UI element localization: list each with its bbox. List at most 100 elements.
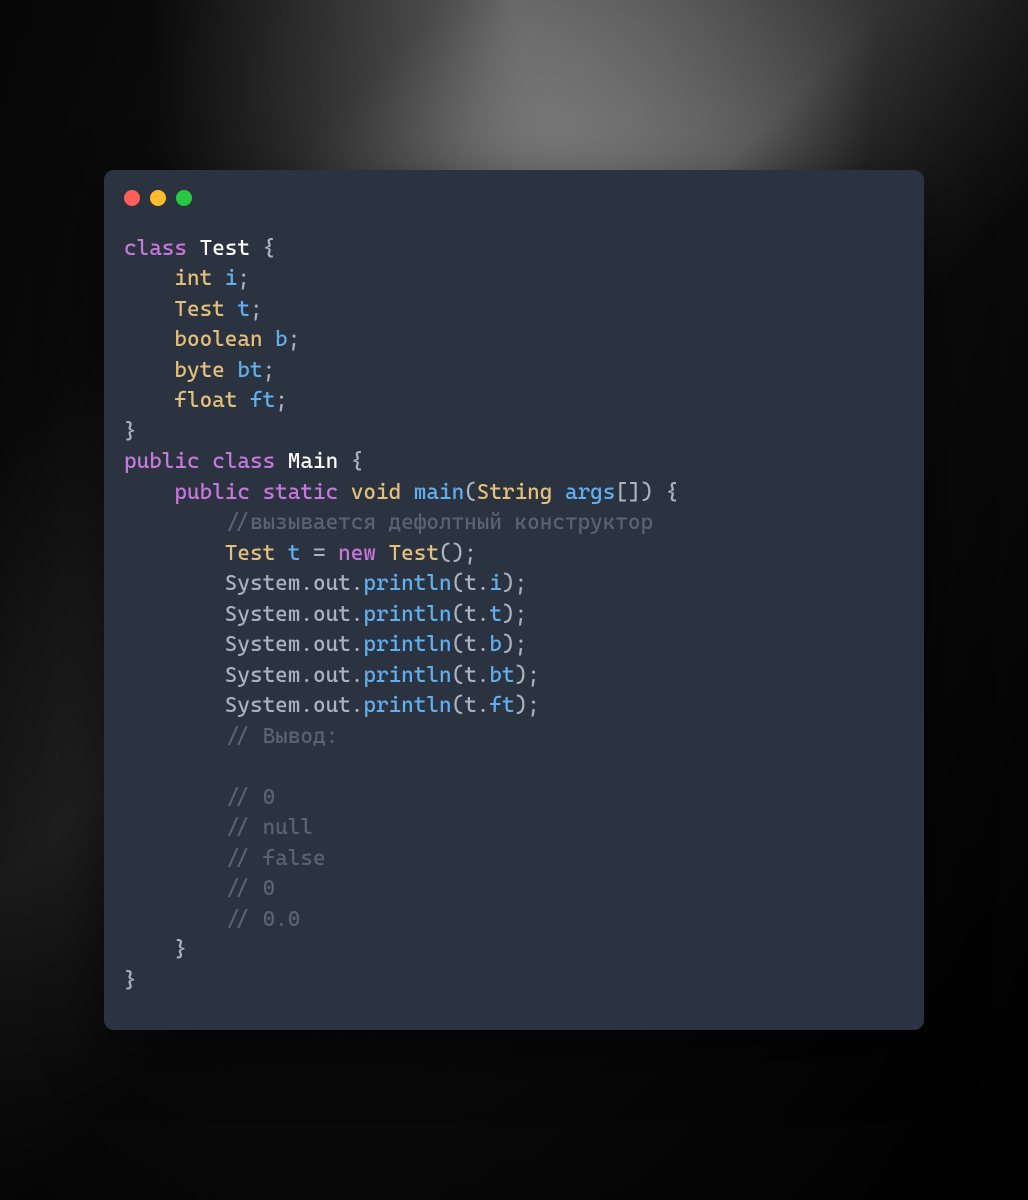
ref-t: t (464, 693, 477, 718)
dot: . (351, 632, 364, 657)
brace-close-method: } (124, 937, 187, 962)
dot: . (300, 571, 313, 596)
fn-println: println (363, 571, 451, 596)
brace: { (653, 480, 678, 505)
dot: . (300, 663, 313, 688)
dot: . (477, 693, 490, 718)
fn-println: println (363, 663, 451, 688)
field-i: i (489, 571, 502, 596)
fn-println: println (363, 602, 451, 627)
ref-t: t (464, 602, 477, 627)
minimize-icon[interactable] (150, 190, 166, 206)
class-name: Test (200, 236, 250, 261)
paren: ( (452, 632, 465, 657)
dot: . (351, 693, 364, 718)
comment-constructor: //вызывается дефолтный конструктор (225, 510, 653, 535)
paren: ( (452, 602, 465, 627)
dot: . (351, 663, 364, 688)
paren: ( (452, 693, 465, 718)
dot: . (351, 602, 364, 627)
keyword-class: class (124, 236, 187, 261)
brace: { (250, 236, 275, 261)
semicolon: ; (288, 327, 301, 352)
terminal-window: class Test { int i; Test t; boolean b; b… (104, 170, 924, 1031)
type-string: String (477, 480, 553, 505)
fn-println: println (363, 693, 451, 718)
class-main: Main (275, 449, 338, 474)
out: out (313, 632, 351, 657)
titlebar (104, 188, 924, 234)
type-float: float (174, 388, 237, 413)
var-ft: ft (237, 388, 275, 413)
out: out (313, 571, 351, 596)
var-args: args (552, 480, 615, 505)
dot: . (300, 632, 313, 657)
type-test: Test (174, 297, 224, 322)
comment-00: // 0.0 (225, 907, 301, 932)
comment-null: // null (225, 815, 313, 840)
call: (); (439, 541, 477, 566)
brace-close: } (124, 419, 137, 444)
end: ); (515, 663, 540, 688)
ref-t: t (464, 571, 477, 596)
brace-close-class: } (124, 968, 137, 993)
keyword-void: void (338, 480, 401, 505)
keyword-new: new (338, 541, 376, 566)
system: System (225, 602, 301, 627)
var-bt: bt (225, 358, 263, 383)
end: ); (502, 632, 527, 657)
field-bt: bt (489, 663, 514, 688)
end: ); (502, 602, 527, 627)
dot: . (477, 663, 490, 688)
out: out (313, 663, 351, 688)
equals: = (300, 541, 338, 566)
comment-0: // 0 (225, 785, 275, 810)
var-t: t (225, 297, 250, 322)
comment-0b: // 0 (225, 876, 275, 901)
var-b: b (263, 327, 288, 352)
type-test: Test (225, 541, 275, 566)
dot: . (300, 602, 313, 627)
semicolon: ; (275, 388, 288, 413)
var-i: i (212, 266, 237, 291)
maximize-icon[interactable] (176, 190, 192, 206)
dot: . (351, 571, 364, 596)
close-icon[interactable] (124, 190, 140, 206)
paren: ( (452, 571, 465, 596)
fn-main: main (401, 480, 464, 505)
out: out (313, 693, 351, 718)
keyword-static: static (250, 480, 338, 505)
dot: . (477, 632, 490, 657)
semicolon: ; (237, 266, 250, 291)
ref-t: t (464, 632, 477, 657)
keyword-public: public (124, 449, 200, 474)
system: System (225, 571, 301, 596)
system: System (225, 663, 301, 688)
system: System (225, 693, 301, 718)
end: ); (515, 693, 540, 718)
code-content: class Test { int i; Test t; boolean b; b… (104, 234, 924, 997)
brace: { (338, 449, 363, 474)
semicolon: ; (250, 297, 263, 322)
fn-println: println (363, 632, 451, 657)
ctor-test: Test (376, 541, 439, 566)
field-ft: ft (489, 693, 514, 718)
dot: . (300, 693, 313, 718)
comment-false: // false (225, 846, 326, 871)
type-int: int (174, 266, 212, 291)
system: System (225, 632, 301, 657)
paren: ( (452, 663, 465, 688)
type-boolean: boolean (174, 327, 262, 352)
comment-output: // Вывод: (225, 724, 338, 749)
semicolon: ; (263, 358, 276, 383)
paren: ) (641, 480, 654, 505)
dot: . (477, 571, 490, 596)
out: out (313, 602, 351, 627)
field-t: t (489, 602, 502, 627)
paren: ( (464, 480, 477, 505)
ref-t: t (464, 663, 477, 688)
dot: . (477, 602, 490, 627)
keyword-class: class (200, 449, 276, 474)
keyword-public: public (174, 480, 250, 505)
var-t: t (275, 541, 300, 566)
